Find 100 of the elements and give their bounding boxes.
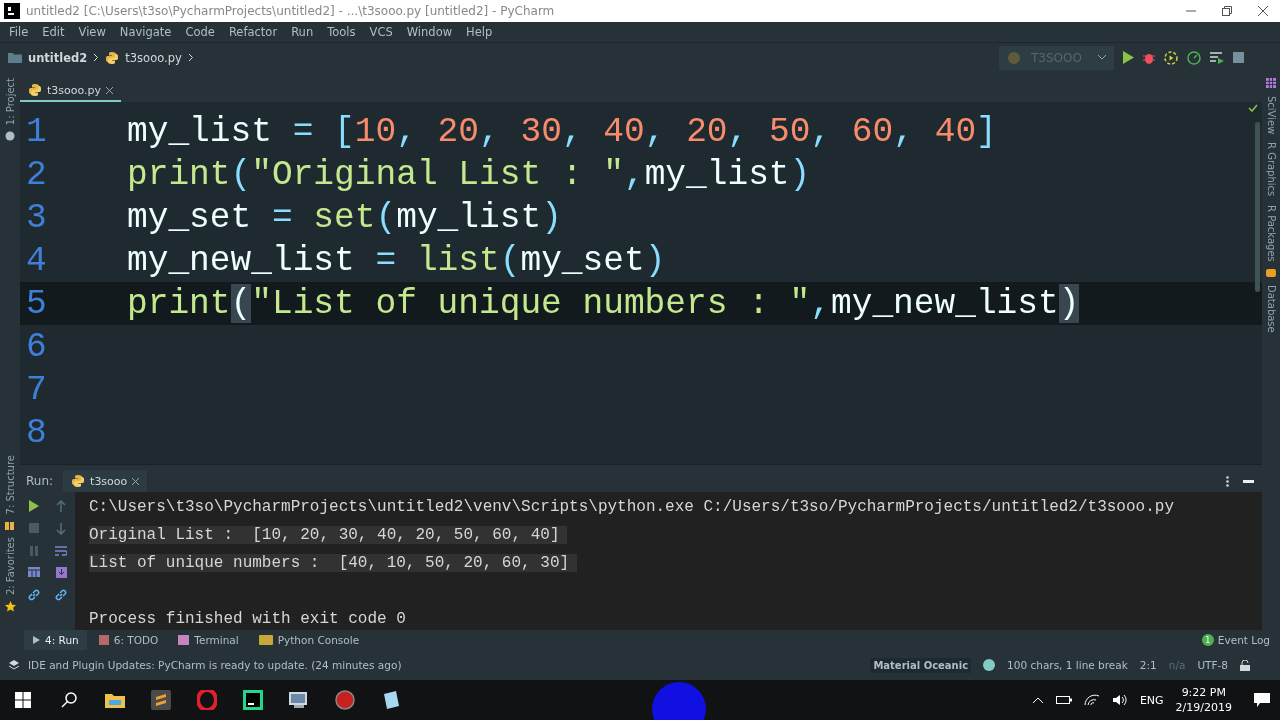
down-arrow-icon[interactable] [56,523,67,535]
menu-item[interactable]: VCS [362,25,400,39]
tool-window-tab[interactable]: 7: Structure [4,455,16,515]
breadcrumb-item[interactable]: untitled2 [28,50,88,65]
tool-window-tab[interactable]: SciView [1265,96,1277,135]
chevron-up-icon[interactable] [1031,696,1044,704]
restore-icon[interactable] [1222,6,1232,16]
event-log-link[interactable]: Event Log [1217,634,1270,646]
search-icon[interactable] [61,692,77,708]
tool-window-tab[interactable]: Database [1265,285,1277,334]
link-icon[interactable] [55,589,68,601]
sublime-icon[interactable] [151,690,171,710]
close-icon[interactable] [106,86,114,94]
close-icon[interactable] [1258,6,1268,16]
line-number: 5 [25,284,48,323]
language-indicator[interactable]: ENG [1139,693,1164,707]
code-line: my_new_list = list(my_set) [126,241,666,280]
menu-item[interactable]: Run [284,25,321,39]
star-icon [4,601,16,612]
structure-icon [5,520,15,531]
run-list-icon[interactable] [1210,51,1224,64]
breadcrumb-item[interactable]: t3sooo.py [125,50,182,65]
encoding-selector[interactable]: UTF-8 [1197,659,1228,671]
line-number: 8 [25,413,48,452]
run-icon[interactable] [1123,51,1134,64]
theme-label[interactable]: Material Oceanic [870,657,972,673]
coverage-icon[interactable] [1164,50,1178,65]
line-number: 3 [25,198,48,237]
tool-tab[interactable]: Python Console [250,630,368,650]
clock[interactable]: 9:22 PM 2/19/2019 [1175,685,1232,715]
tool-window-tab[interactable]: R Graphics [1265,142,1277,197]
tool-tab[interactable]: 4: Run [24,630,87,650]
code-line: print("Original List : ",my_list) [126,155,811,194]
menu-item[interactable]: Refactor [221,25,285,39]
menu-item[interactable]: Window [399,25,460,39]
char-count: 100 chars, 1 line break [1007,659,1128,671]
grid-icon [1266,78,1276,88]
download-icon[interactable] [55,567,67,578]
windows-start-icon[interactable] [15,692,31,708]
more-icon[interactable] [1226,475,1229,487]
tool-tab[interactable]: Terminal [170,630,247,650]
menu-item[interactable]: View [71,25,113,39]
menu-item[interactable]: File [2,25,36,39]
pycharm-icon[interactable] [243,690,263,710]
list-icon [98,635,109,645]
opera-icon[interactable] [197,690,217,710]
line-number: 4 [25,241,48,280]
notepad-icon[interactable] [381,690,401,710]
python-file-icon [28,83,42,97]
record-icon[interactable] [335,690,355,710]
code-line: my_set = set(my_list) [126,198,562,237]
run-label: Run: [26,474,54,488]
layout-icon[interactable] [27,567,40,577]
window-title: untitled2 [C:\Users\t3so\PycharmProjects\untitled2] - ...\t3sooo.py [untitled2] - PyCharm [26,4,555,18]
code-line: my_list = [10, 20, 30, 40, 20, 50, 60, 40] [126,112,997,151]
tool-window-tab[interactable]: 2: Favorites [4,536,16,595]
minimize-icon[interactable] [1243,479,1254,483]
caret-position[interactable]: 2:1 [1139,659,1157,671]
theme-dot-icon [983,659,996,671]
python-file-icon [71,474,86,488]
play-icon [32,636,40,644]
layers-icon[interactable] [8,659,20,671]
scrollbar[interactable] [1255,122,1260,292]
line-number: 6 [25,327,48,366]
gauge-icon[interactable] [1187,50,1201,65]
tool-window-tab[interactable]: R Packages [1265,204,1277,262]
menu-item[interactable]: Help [459,25,500,39]
status-message[interactable]: IDE and Plugin Updates: PyCharm is ready to update. (24 minutes ago) [28,659,402,671]
run-icon[interactable] [28,500,39,512]
chevron-icon [93,53,100,62]
app-logo-icon [4,3,20,19]
menu-item[interactable]: Navigate [112,25,179,39]
menu-item[interactable]: Tools [320,25,363,39]
console-line: C:\Users\t3so\PycharmProjects\untitled2\venv\Scripts\python.exe C:/Users/t3so/PycharmProjects/untitled2/t3sooo.py [89,498,1175,516]
tool-tab[interactable]: 6: TODO [90,630,167,650]
up-arrow-icon[interactable] [56,500,67,512]
close-icon[interactable] [132,477,140,485]
python-file-icon [105,50,120,65]
tool-window-tab[interactable]: 1: Project [4,78,16,126]
menu-item[interactable]: Edit [35,25,72,39]
vcs-status: n/a [1168,659,1186,671]
wifi-icon[interactable] [1083,694,1100,706]
console-line: Process finished with exit code 0 [89,610,407,628]
bug-icon[interactable] [1143,51,1155,64]
caret-icon [1098,55,1106,60]
link-icon[interactable] [27,589,40,601]
battery-icon[interactable] [1055,695,1072,705]
terminal-icon [178,635,190,645]
python-console-icon [258,635,273,645]
run-tab[interactable]: t3sooo [63,470,148,492]
database-icon [1266,269,1276,278]
cursor-highlight [652,682,706,720]
lock-icon[interactable] [1240,659,1250,671]
monitor-icon[interactable] [288,691,310,709]
code-editor[interactable]: 1 my_list = [10, 20, 30, 40, 20, 50, 60, 40] 2 print("Original List : ",my_list) 3 my_set = set(my_list) 4 my_new_list = list(my_set) 5 print("List of unique numbers : ",my_new_list) 6 7 8 [20,102,1262,465]
speaker-icon[interactable] [1111,694,1128,706]
notification-icon[interactable] [1254,693,1270,707]
check-icon [1248,104,1258,112]
wrap-icon[interactable] [55,546,68,556]
menu-item[interactable]: Code [178,25,222,39]
